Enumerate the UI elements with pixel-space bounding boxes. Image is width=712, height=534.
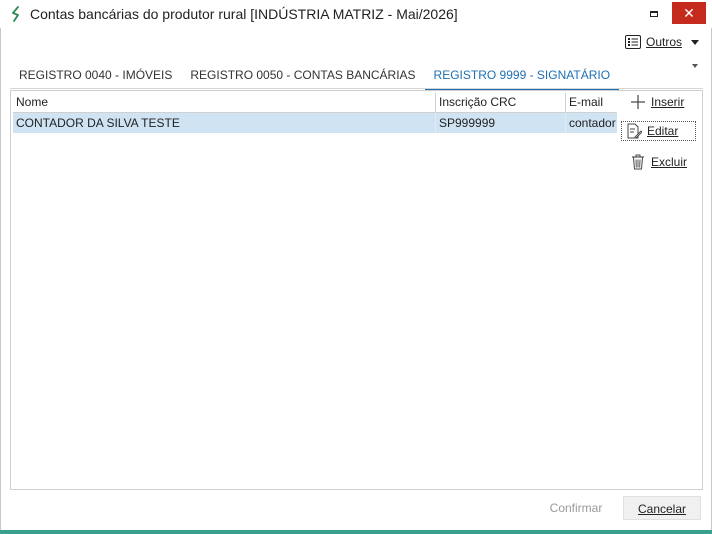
tab-strip: REGISTRO 0040 - IMÓVEIS REGISTRO 0050 - …	[10, 62, 620, 90]
cancelar-label: Cancelar	[637, 502, 687, 516]
excluir-label: Excluir	[651, 155, 688, 169]
chevron-down-icon	[691, 39, 700, 45]
cell-nome: CONTADOR DA SILVA TESTE	[13, 113, 436, 133]
edit-document-icon	[627, 123, 642, 139]
cell-inscricao-crc: SP999999	[436, 113, 566, 133]
outros-menu-button[interactable]: Outros	[625, 33, 700, 51]
minimize-button[interactable]	[640, 2, 668, 24]
confirmar-button[interactable]: Confirmar	[537, 496, 615, 520]
plus-icon	[631, 95, 645, 109]
inserir-label: Inserir	[651, 95, 685, 109]
list-menu-icon	[625, 35, 641, 49]
column-header-email[interactable]: E-mail	[566, 93, 617, 112]
tab-panel: Nome Inscrição CRC E-mail CONTADOR DA SI…	[10, 90, 703, 490]
cell-email: contador	[569, 116, 616, 130]
excluir-button[interactable]: Excluir	[626, 152, 691, 172]
title-bar: Contas bancárias do produtor rural [INDÚ…	[0, 0, 712, 28]
editar-button[interactable]: Editar	[621, 121, 696, 141]
table-row[interactable]: CONTADOR DA SILVA TESTE SP999999 contado…	[13, 113, 617, 133]
column-header-inscricao-crc[interactable]: Inscrição CRC	[436, 93, 566, 112]
window-title: Contas bancárias do produtor rural [INDÚ…	[30, 6, 458, 22]
window-bottom-border	[0, 530, 712, 534]
column-header-nome[interactable]: Nome	[13, 93, 436, 112]
scroll-down-icon[interactable]	[692, 64, 698, 68]
close-button[interactable]: ✕	[672, 2, 706, 24]
inserir-button[interactable]: Inserir	[626, 92, 688, 112]
signatario-grid: Nome Inscrição CRC E-mail CONTADOR DA SI…	[13, 93, 617, 483]
grid-header: Nome Inscrição CRC E-mail	[13, 93, 617, 113]
editar-label: Editar	[647, 124, 679, 138]
tab-divider	[10, 88, 703, 89]
outros-label: Outros	[646, 35, 683, 49]
tab-registro-0050[interactable]: REGISTRO 0050 - CONTAS BANCÁRIAS	[181, 62, 424, 88]
tab-registro-9999[interactable]: REGISTRO 9999 - SIGNATÁRIO	[424, 62, 620, 90]
app-logo-icon	[12, 6, 19, 22]
tab-registro-0040[interactable]: REGISTRO 0040 - IMÓVEIS	[10, 62, 181, 88]
trash-icon	[632, 154, 644, 170]
cancelar-button[interactable]: Cancelar	[623, 496, 701, 520]
